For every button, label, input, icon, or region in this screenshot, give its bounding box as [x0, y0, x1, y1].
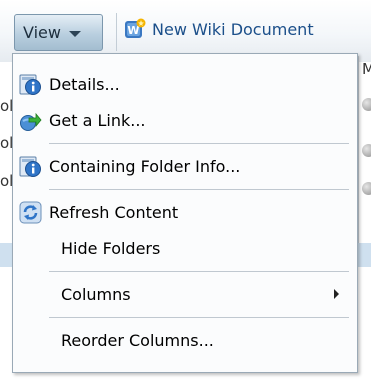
- refresh-icon: [19, 201, 42, 223]
- menu-item-get-a-link[interactable]: Get a Link...: [13, 102, 357, 138]
- view-button-label: View: [23, 23, 61, 42]
- menu-item-label: Details...: [49, 74, 120, 94]
- menu-item-label: Refresh Content: [49, 202, 179, 222]
- view-menu-button[interactable]: View: [14, 14, 103, 51]
- view-dropdown-menu: Details... Get a Link... Containing Fold…: [12, 53, 358, 373]
- chevron-down-icon: [68, 31, 81, 37]
- menu-item-label: Reorder Columns...: [61, 330, 214, 350]
- column-header-partial: M: [362, 60, 371, 78]
- toolbar-divider: [116, 13, 117, 51]
- menu-separator: [49, 271, 349, 272]
- menu-item-refresh-content[interactable]: Refresh Content: [13, 194, 357, 230]
- status-icon: [362, 144, 371, 157]
- menu-item-columns[interactable]: Columns: [13, 276, 357, 312]
- link-arrow-icon: [20, 112, 42, 131]
- chevron-right-icon: [334, 289, 339, 299]
- menu-separator: [49, 143, 349, 144]
- menu-separator: [49, 189, 349, 190]
- menu-item-label: Containing Folder Info...: [49, 156, 241, 176]
- new-wiki-document-icon[interactable]: W: [124, 18, 146, 40]
- info-icon: [19, 156, 41, 177]
- menu-item-hide-folders[interactable]: Hide Folders: [13, 230, 357, 266]
- menu-item-containing-folder-info[interactable]: Containing Folder Info...: [13, 148, 357, 184]
- table-grid-line: [358, 56, 359, 266]
- info-icon: [19, 74, 41, 95]
- status-icon: [362, 182, 371, 195]
- menu-item-label: Get a Link...: [49, 110, 146, 130]
- menu-item-details[interactable]: Details...: [13, 66, 357, 102]
- status-icon: [362, 98, 371, 111]
- menu-item-label: Hide Folders: [61, 238, 161, 258]
- menu-separator: [49, 317, 349, 318]
- menu-item-reorder-columns[interactable]: Reorder Columns...: [13, 322, 357, 358]
- new-wiki-document-link[interactable]: New Wiki Document: [152, 20, 314, 39]
- menu-item-label: Columns: [61, 284, 131, 304]
